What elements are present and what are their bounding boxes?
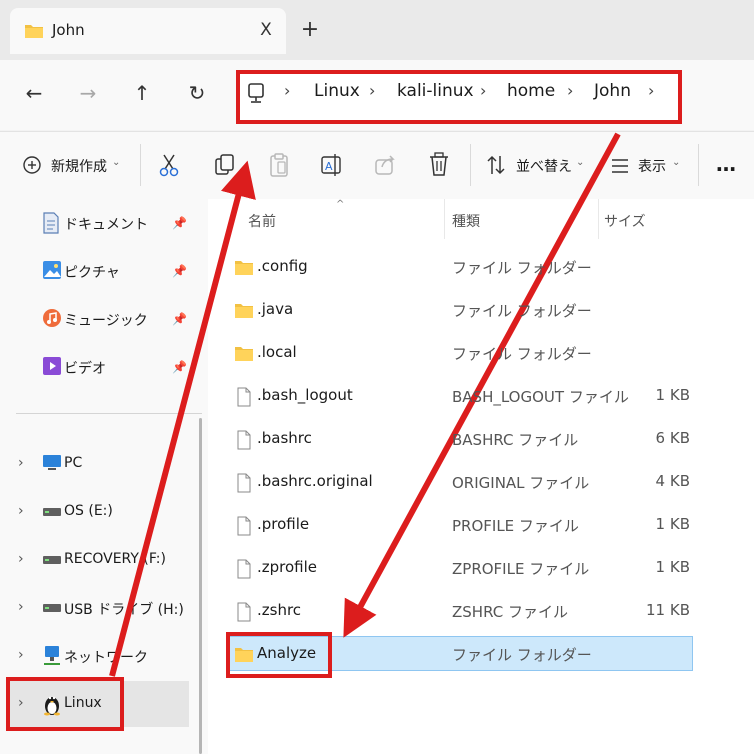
file-type: BASH_LOGOUT ファイル xyxy=(452,388,629,406)
file-size: 1 KB xyxy=(655,386,690,404)
file-name[interactable]: .profile xyxy=(257,515,309,533)
file-size: 6 KB xyxy=(655,429,690,447)
arrow-address-to-analyze xyxy=(343,132,621,638)
file-icon xyxy=(237,430,251,450)
file-name[interactable]: .local xyxy=(257,343,297,361)
file-name[interactable]: .bashrc.original xyxy=(257,472,373,490)
file-type: ZPROFILE ファイル xyxy=(452,560,590,578)
file-name[interactable]: .config xyxy=(257,257,308,275)
file-type: ファイル フォルダー xyxy=(452,646,592,664)
file-type: ORIGINAL ファイル xyxy=(452,474,590,492)
file-icon xyxy=(237,473,251,493)
file-type: ファイル フォルダー xyxy=(452,259,592,277)
folder-icon xyxy=(235,347,253,361)
file-name[interactable]: .zshrc xyxy=(257,601,301,619)
file-type: BASHRC ファイル xyxy=(452,431,579,449)
file-name[interactable]: .zprofile xyxy=(257,558,317,576)
file-icon xyxy=(237,387,251,407)
file-size: 1 KB xyxy=(655,515,690,533)
file-icon xyxy=(237,559,251,579)
file-icon xyxy=(237,602,251,622)
file-name[interactable]: .bashrc xyxy=(257,429,312,447)
file-type: PROFILE ファイル xyxy=(452,517,579,535)
folder-icon xyxy=(235,304,253,318)
file-name[interactable]: .java xyxy=(257,300,293,318)
folder-icon xyxy=(235,648,253,662)
file-name[interactable]: Analyze xyxy=(257,644,316,662)
arrow-linux-to-address xyxy=(109,160,256,677)
annotation-arrows xyxy=(109,132,621,677)
file-name[interactable]: .bash_logout xyxy=(257,386,353,404)
folder-icon xyxy=(235,261,253,275)
file-type: ファイル フォルダー xyxy=(452,345,592,363)
file-size: 11 KB xyxy=(646,601,690,619)
file-size: 4 KB xyxy=(655,472,690,490)
file-size: 1 KB xyxy=(655,558,690,576)
file-icon xyxy=(237,516,251,536)
file-type: ファイル フォルダー xyxy=(452,302,592,320)
file-type: ZSHRC ファイル xyxy=(452,603,568,621)
